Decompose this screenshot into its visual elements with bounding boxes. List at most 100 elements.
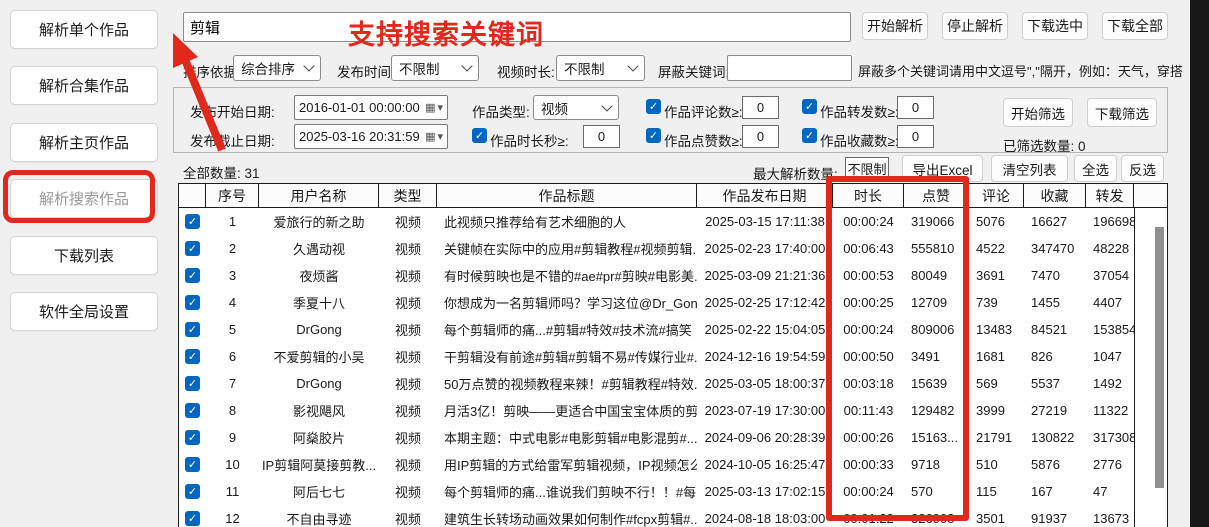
video-duration-value: 不限制 xyxy=(564,58,605,78)
calendar-icon[interactable]: ▦ xyxy=(425,101,435,114)
download-filter-button[interactable]: 下载筛选 xyxy=(1087,98,1157,127)
row-checkbox[interactable]: ✓ xyxy=(185,457,200,472)
work-type-select[interactable]: 视频 xyxy=(533,95,619,120)
row-checkbox[interactable]: ✓ xyxy=(185,322,200,337)
table-row[interactable]: ✓4季夏十八视频你想成为一名剪辑师吗？学习这位@Dr_Gon...2025-02… xyxy=(179,289,1167,316)
table-row[interactable]: ✓3夜烦酱视频有时候剪映也是不错的#ae#pr#剪映#电影美...2025-03… xyxy=(179,262,1167,289)
table-row[interactable]: ✓8影视飓风视频月活3亿！剪映——更适合中国宝宝体质的剪...2023-07-1… xyxy=(179,397,1167,424)
table-cell: 5876 xyxy=(1024,451,1086,478)
vertical-scrollbar[interactable] xyxy=(1155,227,1164,488)
stop-parse-button[interactable]: 停止解析 xyxy=(942,12,1008,40)
comment-count-label: 作品评论数≥: xyxy=(664,101,743,121)
row-checkbox[interactable]: ✓ xyxy=(185,484,200,499)
row-checkbox[interactable]: ✓ xyxy=(185,403,200,418)
sidebar-item-6[interactable]: 软件全局设置 xyxy=(10,292,158,331)
table-cell xyxy=(1134,505,1168,527)
row-checkbox[interactable]: ✓ xyxy=(185,241,200,256)
comment-count-checkbox[interactable]: ✓ xyxy=(646,99,661,114)
table-cell: 2025-03-15 17:11:38 xyxy=(697,208,833,235)
table-cell: 6 xyxy=(206,343,259,370)
table-cell: 115 xyxy=(969,478,1024,505)
table-row[interactable]: ✓9阿燊胶片视频本期主题：中式电影#电影剪辑#电影混剪#...2024-09-0… xyxy=(179,424,1167,451)
column-header: 作品发布日期 xyxy=(697,184,833,207)
calendar-icon[interactable]: ▦ xyxy=(425,130,435,143)
table-cell: 阿后七七 xyxy=(259,478,379,505)
like-count-checkbox[interactable]: ✓ xyxy=(646,128,661,143)
table-cell: DrGong xyxy=(259,370,379,397)
sidebar-item-5[interactable]: 下载列表 xyxy=(10,236,158,275)
table-cell: 1 xyxy=(206,208,259,235)
sidebar-item-2[interactable]: 解析合集作品 xyxy=(10,66,158,105)
column-header-blank xyxy=(1134,184,1168,207)
duration-sec-checkbox[interactable]: ✓ xyxy=(472,128,487,143)
column-header: 转发 xyxy=(1086,184,1134,207)
row-checkbox[interactable]: ✓ xyxy=(185,214,200,229)
share-count-checkbox[interactable]: ✓ xyxy=(802,99,817,114)
column-header: 评论 xyxy=(969,184,1024,207)
video-duration-select[interactable]: 不限制 xyxy=(556,55,645,81)
row-checkbox[interactable]: ✓ xyxy=(185,430,200,445)
download-all-button[interactable]: 下载全部 xyxy=(1102,12,1168,40)
table-cell: 1047 xyxy=(1086,343,1134,370)
column-header: 时长 xyxy=(833,184,904,207)
table-cell: 00:00:24 xyxy=(833,478,904,505)
row-checkbox[interactable]: ✓ xyxy=(185,376,200,391)
download-selected-button[interactable]: 下载选中 xyxy=(1022,12,1088,40)
sidebar-item-4[interactable]: 解析搜索作品 xyxy=(10,179,158,218)
comment-count-input[interactable]: 0 xyxy=(742,96,779,119)
like-count-input[interactable]: 0 xyxy=(742,125,779,148)
table-row[interactable]: ✓12不自由寻迹视频建筑生长转场动画效果如何制作#fcpx剪辑#...2024-… xyxy=(179,505,1167,527)
publish-time-select[interactable]: 不限制 xyxy=(391,55,479,81)
collect-count-checkbox[interactable]: ✓ xyxy=(802,128,817,143)
table-cell: 有时候剪映也是不错的#ae#pr#剪映#电影美... xyxy=(437,262,697,289)
table-cell: 50万点赞的视频教程来辣！#剪辑教程#特效... xyxy=(437,370,697,397)
table-row[interactable]: ✓1爱旅行的新之助视频此视频只推荐给有艺术细胞的人2025-03-15 17:1… xyxy=(179,208,1167,235)
row-checkbox[interactable]: ✓ xyxy=(185,295,200,310)
table-row[interactable]: ✓10IP剪辑阿莫接剪教...视频用IP剪辑的方式给雷军剪辑视频，IP视频怎么.… xyxy=(179,451,1167,478)
start-date-input[interactable]: 2016-01-01 00:00:00 ▦▾ xyxy=(294,95,448,120)
clear-list-button[interactable]: 清空列表 xyxy=(991,155,1068,182)
chevron-down-icon xyxy=(601,100,612,111)
search-input[interactable] xyxy=(183,12,851,42)
select-all-button[interactable]: 全选 xyxy=(1074,155,1117,182)
table-cell: 13673 xyxy=(1086,505,1134,527)
table-row[interactable]: ✓2久遇动视视频关键帧在实际中的应用#剪辑教程#视频剪辑...2025-02-2… xyxy=(179,235,1167,262)
sidebar-item-1[interactable]: 解析单个作品 xyxy=(10,10,158,49)
dropdown-arrow-icon[interactable]: ▾ xyxy=(437,101,443,114)
row-checkbox[interactable]: ✓ xyxy=(185,349,200,364)
table-cell: 4522 xyxy=(969,235,1024,262)
table-cell: 8 xyxy=(206,397,259,424)
end-date-input[interactable]: 2025-03-16 20:31:59 ▦▾ xyxy=(294,124,448,149)
invert-select-button[interactable]: 反选 xyxy=(1121,155,1164,182)
collect-count-label: 作品收藏数≥: xyxy=(820,130,899,150)
publish-time-value: 不限制 xyxy=(399,58,440,78)
start-filter-button[interactable]: 开始筛选 xyxy=(1003,98,1073,127)
table-cell: 2 xyxy=(206,235,259,262)
table-cell: 3501 xyxy=(969,505,1024,527)
sort-by-select[interactable]: 综合排序 xyxy=(233,55,321,81)
dropdown-arrow-icon[interactable]: ▾ xyxy=(437,130,443,143)
share-count-input[interactable]: 0 xyxy=(897,96,934,119)
table-row[interactable]: ✓6不爱剪辑的小吴视频干剪辑没有前途#剪辑#剪辑不易#传媒行业#...2024-… xyxy=(179,343,1167,370)
table-row[interactable]: ✓11阿后七七视频每个剪辑师的痛...谁说我们剪映不行！！#每...2025-0… xyxy=(179,478,1167,505)
row-checkbox[interactable]: ✓ xyxy=(185,511,200,526)
export-excel-button[interactable]: 导出Excel xyxy=(902,155,983,182)
duration-sec-input[interactable]: 0 xyxy=(583,125,620,148)
table-cell: DrGong xyxy=(259,316,379,343)
row-checkbox[interactable]: ✓ xyxy=(185,268,200,283)
table-body: ✓1爱旅行的新之助视频此视频只推荐给有艺术细胞的人2025-03-15 17:1… xyxy=(178,208,1168,527)
chevron-down-icon xyxy=(627,60,638,71)
table-cell: 2025-02-22 15:04:05 xyxy=(697,316,833,343)
max-parse-input[interactable]: 不限制 xyxy=(845,157,889,180)
publish-time-label: 发布时间: xyxy=(337,61,395,81)
sidebar-item-3[interactable]: 解析主页作品 xyxy=(10,123,158,162)
start-parse-button[interactable]: 开始解析 xyxy=(862,12,928,40)
table-cell: 2025-03-09 21:21:36 xyxy=(697,262,833,289)
column-header: 类型 xyxy=(379,184,437,207)
table-row[interactable]: ✓7DrGong视频50万点赞的视频教程来辣！#剪辑教程#特效...2025-0… xyxy=(179,370,1167,397)
collect-count-input[interactable]: 0 xyxy=(897,125,934,148)
table-row[interactable]: ✓5DrGong视频每个剪辑师的痛...#剪辑#特效#技术流#搞笑2025-02… xyxy=(179,316,1167,343)
table-cell: 视频 xyxy=(379,262,437,289)
block-keyword-input[interactable] xyxy=(727,55,852,81)
total-count-label: 全部数量: 31 xyxy=(183,162,260,182)
